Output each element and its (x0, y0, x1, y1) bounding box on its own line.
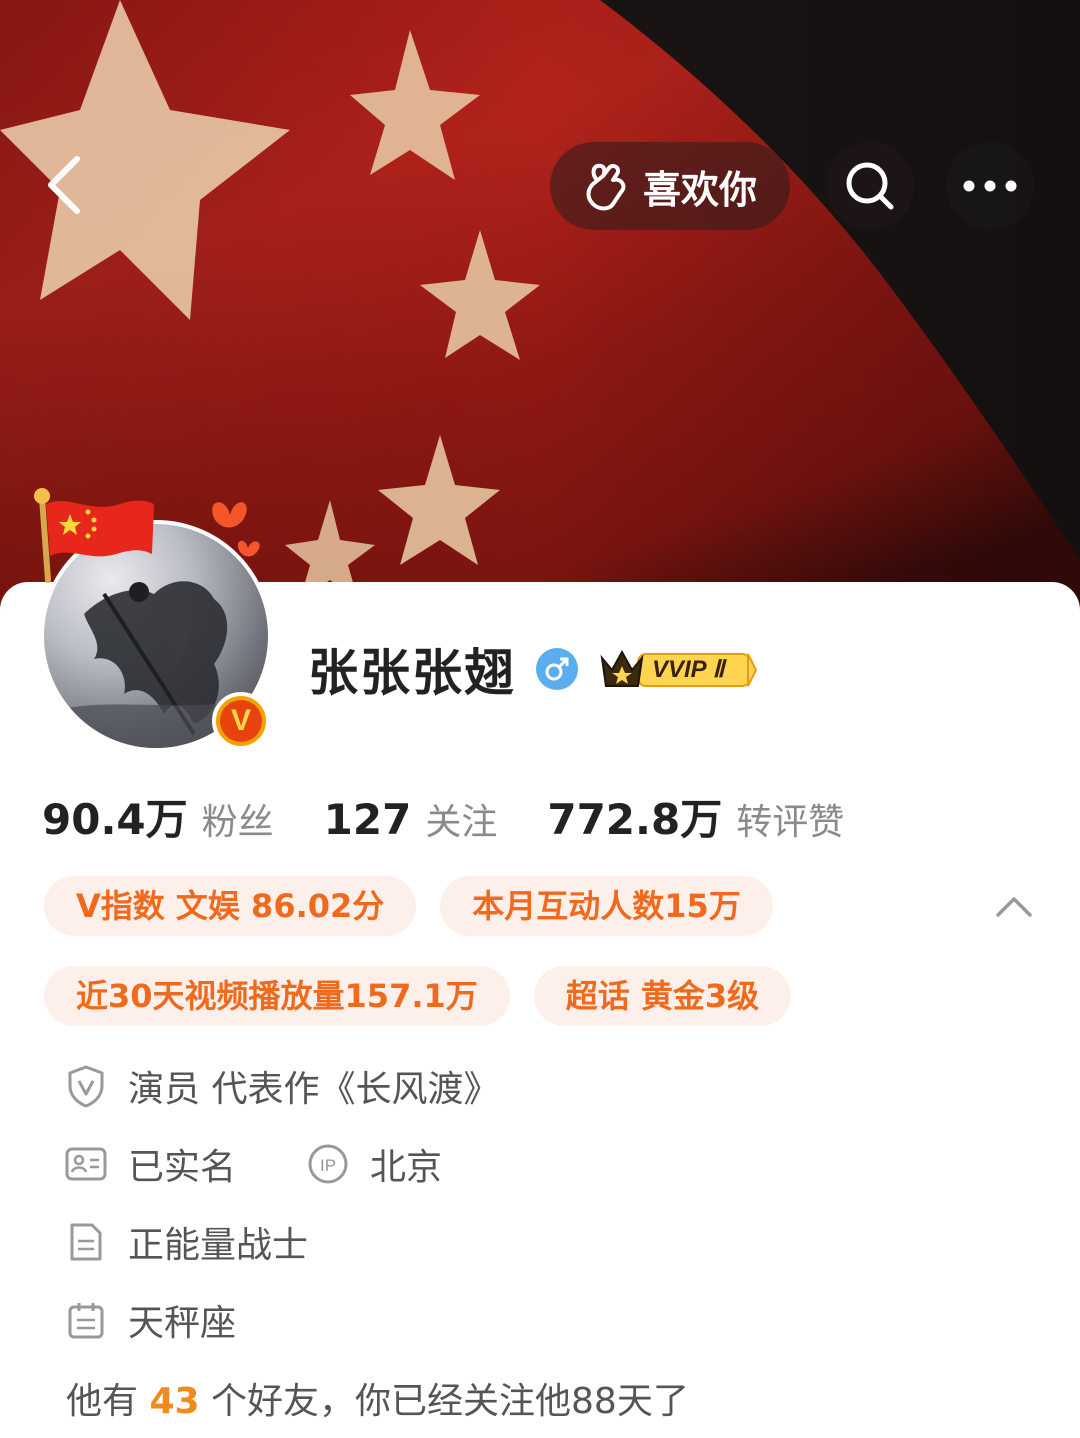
stat-number: 772.8万 (547, 795, 723, 844)
search-button[interactable] (826, 142, 914, 230)
calendar-icon (64, 1298, 108, 1342)
male-gender-icon (536, 648, 578, 690)
vvip-label: VVIP Ⅱ (652, 655, 725, 683)
finger-heart-icon (586, 163, 626, 211)
stat-label: 关注 (425, 802, 498, 843)
tag-row: V指数 文娱 86.02分 本月互动人数15万 (44, 876, 1044, 936)
tag-list: V指数 文娱 86.02分 本月互动人数15万 近30天视频播放量157.1万 … (44, 876, 1044, 1056)
id-card-icon (64, 1142, 108, 1186)
collapse-button[interactable] (984, 882, 1044, 932)
info-row-zodiac: 天秤座 (64, 1290, 1044, 1350)
verified-v-icon: V (220, 700, 262, 742)
info-row-bio: 正能量战士 (64, 1212, 1044, 1272)
svg-text:IP: IP (320, 1156, 336, 1175)
chevron-up-icon (996, 897, 1032, 917)
search-icon (846, 162, 894, 210)
stat-following[interactable]: 127 关注 (324, 793, 498, 845)
tag-video-plays[interactable]: 近30天视频播放量157.1万 (44, 966, 510, 1026)
stats-row: 90.4万 粉丝 127 关注 772.8万 转评赞 (42, 786, 894, 846)
like-you-button[interactable]: 喜欢你 (550, 142, 790, 230)
china-flag-icon (34, 488, 154, 583)
stat-likes[interactable]: 772.8万 转评赞 (547, 786, 844, 847)
stat-label: 粉丝 (201, 802, 274, 843)
top-bar: 喜欢你 (0, 130, 1080, 240)
friends-prefix: 他有 (66, 1381, 139, 1422)
ip-location-icon: IP (306, 1142, 350, 1186)
friends-count: 43 (149, 1381, 200, 1422)
info-row-title: 演员 代表作《长风渡》 (64, 1056, 1044, 1116)
info-row-realname-ip: 已实名 IP 北京 (64, 1134, 1044, 1194)
like-label: 喜欢你 (642, 167, 757, 212)
stat-label: 转评赞 (736, 802, 845, 843)
more-dots-icon (963, 180, 1017, 192)
tag-monthly-interaction[interactable]: 本月互动人数15万 (440, 876, 773, 936)
more-button[interactable] (946, 142, 1034, 230)
tag-row: 近30天视频播放量157.1万 超话 黄金3级 (44, 966, 1044, 1026)
user-name: 张张张翅 (308, 644, 516, 702)
zodiac-text: 天秤座 (128, 1303, 237, 1344)
verified-shield-icon (64, 1064, 108, 1108)
friends-info[interactable]: 他有 43 个好友，你已经关注他88天了 (66, 1372, 689, 1424)
name-row: 张张张翅 VVIP Ⅱ (308, 634, 758, 704)
vvip-badge[interactable]: VVIP Ⅱ (598, 644, 758, 694)
info-title-text: 演员 代表作《长风渡》 (128, 1069, 500, 1110)
back-button[interactable] (30, 150, 100, 220)
stat-number: 127 (323, 795, 412, 844)
tag-supertopic[interactable]: 超话 黄金3级 (533, 966, 792, 1026)
stat-followers[interactable]: 90.4万 粉丝 (42, 786, 274, 847)
stat-number: 90.4万 (42, 795, 188, 844)
tag-v-index[interactable]: V指数 文娱 86.02分 (44, 876, 417, 936)
friends-suffix: 个好友，你已经关注他88天了 (211, 1381, 689, 1422)
info-list: 演员 代表作《长风渡》 已实名 IP 北京 正能量战士 天秤座 (64, 1056, 1044, 1368)
realname-text: 已实名 (128, 1147, 237, 1188)
bio-text: 正能量战士 (128, 1225, 309, 1266)
document-icon (64, 1220, 108, 1264)
verified-badge: V (212, 692, 270, 750)
back-arrow-icon (48, 156, 80, 214)
ip-location-text: 北京 (370, 1147, 443, 1188)
